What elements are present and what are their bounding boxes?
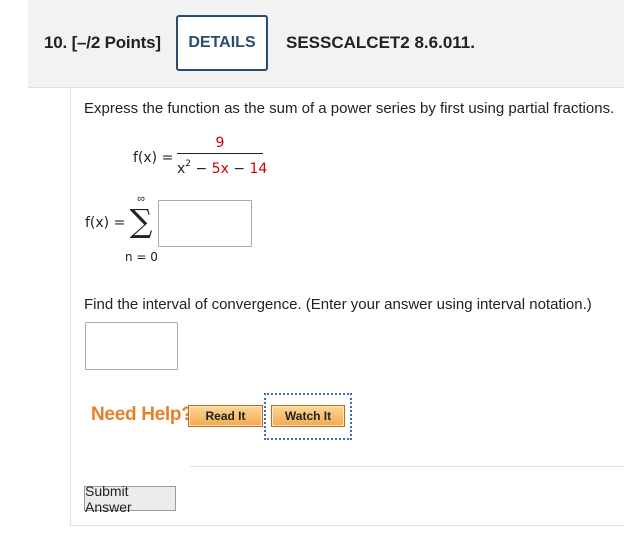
function-fraction: 9 x2 − 5x − 14 — [177, 134, 267, 178]
question-number: 10. — [44, 33, 68, 52]
interval-prompt: Find the interval of convergence. (Enter… — [84, 296, 592, 313]
question-number-points: 10. [–/2 Points] — [44, 33, 161, 53]
sum-lower-limit: n = 0 — [125, 250, 158, 264]
question-header: 10. [–/2 Points] DETAILS SESSCALCET2 8.6… — [28, 0, 624, 88]
details-button[interactable]: DETAILS — [176, 15, 268, 71]
interval-answer-input[interactable] — [85, 322, 178, 370]
den-minus-1: − — [191, 161, 212, 177]
question-points: [–/2 Points] — [71, 33, 161, 52]
fraction-denominator: x2 − 5x − 14 — [177, 155, 267, 178]
need-help-label: Need Help? — [91, 404, 193, 425]
assignment-code: SESSCALCET2 8.6.011. — [286, 33, 475, 52]
den-constant: 14 — [249, 161, 268, 177]
submit-answer-button[interactable]: Submit Answer — [84, 483, 176, 515]
fraction-bar — [177, 153, 263, 154]
watch-it-button[interactable]: Watch It — [271, 405, 345, 427]
function-label: f(x) = — [133, 150, 174, 166]
sigma-icon: ∑ — [129, 202, 153, 240]
problem-prompt: Express the function as the sum of a pow… — [84, 100, 615, 117]
divider — [190, 466, 624, 467]
den-minus-2: − — [228, 161, 250, 177]
series-answer-input[interactable] — [158, 200, 252, 247]
fraction-numerator: 9 — [215, 135, 225, 151]
read-it-button[interactable]: Read It — [188, 405, 263, 427]
den-coefficient: 5x — [211, 161, 229, 177]
summation: ∞ ∑ — [120, 194, 162, 240]
